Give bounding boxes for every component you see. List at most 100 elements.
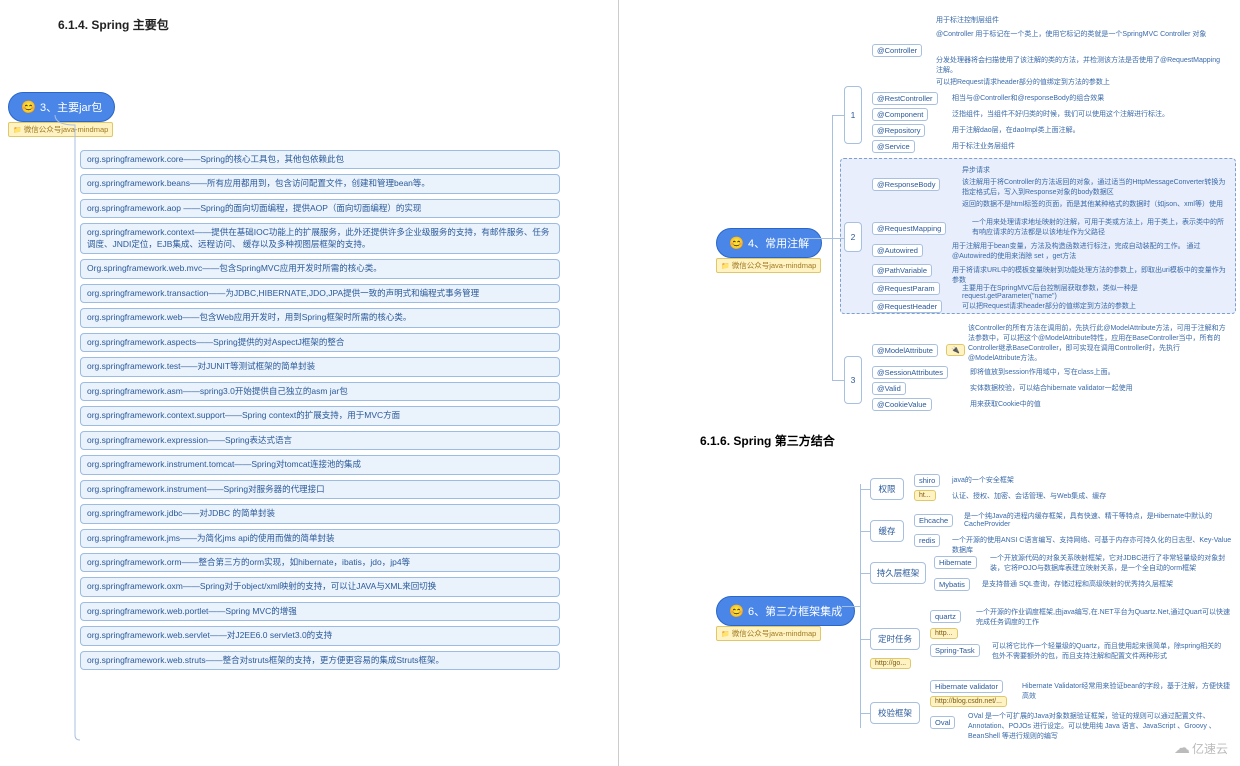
node-validfw[interactable]: 校验框架 — [870, 702, 920, 724]
root-anno[interactable]: 😊 4、常用注解 — [716, 228, 822, 258]
node-component[interactable]: @Component — [872, 108, 928, 121]
node-restcontroller[interactable]: @RestController — [872, 92, 938, 105]
node-hibernate[interactable]: Hibernate — [934, 556, 977, 569]
desc-hv: Hibernate Validator经常用来验证bean的字段，基于注解，方便… — [1018, 680, 1234, 702]
node-modelattribute[interactable]: @ModelAttribute — [872, 344, 938, 357]
desc-ehcache: 是一个纯Java的进程内缓存框架，具有快速、精干等特点，是Hibernate中默… — [960, 510, 1234, 529]
node-pathvariable[interactable]: @PathVariable — [872, 264, 932, 277]
plug-icon: 🔌 — [946, 344, 965, 356]
root-third-label: 6、第三方框架集成 — [748, 603, 842, 619]
jar-item[interactable]: org.springframework.aspects——Spring提供的对A… — [80, 333, 560, 352]
conn-r6h — [842, 606, 860, 607]
jar-item[interactable]: org.springframework.transaction——为JDBC,H… — [80, 284, 560, 303]
desc-ctrl0: 用于标注控制层组件 — [932, 14, 1003, 26]
node-oval[interactable]: Oval — [930, 716, 955, 729]
conn-r6v — [860, 484, 861, 728]
c-orm — [860, 573, 870, 574]
desc-vld: 实体数据校验，可以结合hibernate validator一起使用 — [966, 382, 1137, 394]
node-repository[interactable]: @Repository — [872, 124, 925, 137]
node-ehcache[interactable]: Ehcache — [914, 514, 953, 527]
node-springtask[interactable]: Spring-Task — [930, 644, 980, 657]
node-redis[interactable]: redis — [914, 534, 940, 547]
jar-item[interactable]: org.springframework.web.struts——整合对strut… — [80, 651, 560, 670]
node-requestparam[interactable]: @RequestParam — [872, 282, 940, 295]
node-mybatis[interactable]: Mybatis — [934, 578, 970, 591]
desc-sa: 即将值放到session作用域中，写在class上面。 — [966, 366, 1119, 378]
c-perm — [860, 489, 870, 490]
jar-item[interactable]: org.springframework.web.servlet——对J2EE6.… — [80, 626, 560, 645]
jar-item[interactable]: org.springframework.web——包含Web应用开发时，用到Sp… — [80, 308, 560, 327]
jar-item[interactable]: org.springframework.context.support——Spr… — [80, 406, 560, 425]
node-cache[interactable]: 缓存 — [870, 520, 904, 542]
jar-list: org.springframework.core——Spring的核心工具包，其… — [80, 150, 560, 670]
jar-item[interactable]: org.springframework.web.portlet——Spring … — [80, 602, 560, 621]
node-sessionattributes[interactable]: @SessionAttributes — [872, 366, 948, 379]
smile-icon: 😊 — [729, 236, 744, 250]
node-hvlink[interactable]: http://blog.csdn.net/... — [930, 696, 1007, 707]
jar-item[interactable]: org.springframework.jdbc——对JDBC 的简单封装 — [80, 504, 560, 523]
desc-quartz: 一个开源的作业调度框架,由java编写,在.NET平台为Quartz.Net,通… — [972, 606, 1234, 628]
node-shiro[interactable]: shiro — [914, 474, 940, 487]
node-autowired[interactable]: @Autowired — [872, 244, 923, 257]
smile-icon: 😊 — [21, 100, 36, 114]
jar-item[interactable]: org.springframework.jms——为简化jms api的使用而做… — [80, 529, 560, 548]
node-hv[interactable]: Hibernate validator — [930, 680, 1003, 693]
footer-tag-4: 微信公众号java-mindmap — [716, 258, 821, 273]
node-controller[interactable]: @Controller — [872, 44, 922, 57]
page-divider — [618, 0, 619, 766]
jar-item[interactable]: org.springframework.context——提供在基础IOC功能上… — [80, 223, 560, 254]
node-shiro-ht[interactable]: ht... — [914, 490, 936, 501]
desc-auto: 用于注解用于bean变量，方法及构造函数进行标注，完成自动装配的工作。 通过 @… — [948, 240, 1230, 262]
jar-item[interactable]: org.springframework.instrument——Spring对服… — [80, 480, 560, 499]
node-perm[interactable]: 权限 — [870, 478, 904, 500]
jar-item[interactable]: Org.springframework.web.mvc——包含SpringMVC… — [80, 259, 560, 278]
node-orm[interactable]: 持久层框架 — [870, 562, 926, 584]
desc-rest: 相当与@Controller和@responseBody的组合效果 — [948, 92, 1108, 104]
node-service[interactable]: @Service — [872, 140, 915, 153]
desc-rp: 主要用于在SpringMVC后台控制层获取参数，类似一种是request.get… — [958, 282, 1232, 301]
jar-item[interactable]: org.springframework.orm——整合第三方的orm实现，如hi… — [80, 553, 560, 572]
node-valid[interactable]: @Valid — [872, 382, 906, 395]
node-cookievalue[interactable]: @CookieValue — [872, 398, 932, 411]
desc-ctrl3: 可以把Request请求header部分的值绑定到方法的参数上 — [932, 76, 1114, 88]
jar-item[interactable]: org.springframework.test——对JUNIT等测试框架的简单… — [80, 357, 560, 376]
desc-ma: 该Controller的所有方法在调用前，先执行此@ModelAttribute… — [964, 322, 1232, 364]
node-quartz[interactable]: quartz — [930, 610, 961, 623]
desc-hibernate: 一个开放源代码的对象关系映射框架，它对JDBC进行了非常轻量级的对象封装，它将P… — [986, 552, 1234, 574]
jar-item[interactable]: org.springframework.aop ——Spring的面向切面编程，… — [80, 199, 560, 218]
jar-item[interactable]: org.springframework.core——Spring的核心工具包，其… — [80, 150, 560, 169]
desc-shiro: java的一个安全框架 — [948, 474, 1018, 486]
jar-item[interactable]: org.springframework.oxm——Spring对于object/… — [80, 577, 560, 596]
root-third[interactable]: 😊 6、第三方框架集成 — [716, 596, 855, 626]
group2-num: 2 — [844, 222, 862, 252]
desc-st: 可以将它比作一个轻量级的Quartz，而且使用起来很简单，除spring相关的包… — [988, 640, 1232, 662]
c-valid — [860, 713, 870, 714]
jar-item[interactable]: org.springframework.expression——Spring表达… — [80, 431, 560, 450]
jar-item[interactable]: org.springframework.instrument.tomcat——S… — [80, 455, 560, 474]
conn-g2 — [832, 238, 844, 239]
root-jar-label: 3、主要jar包 — [40, 99, 102, 115]
node-responsebody[interactable]: @ResponseBody — [872, 178, 940, 191]
c-task — [860, 639, 870, 640]
conn-g1 — [832, 115, 844, 116]
desc-rb2: 返回的数据不是html标签的页面，而是其他某种格式的数据时（如json、xml等… — [958, 198, 1227, 210]
node-httpgo[interactable]: http://go... — [870, 658, 911, 669]
desc-rh: 可以把Request请求header部分的值绑定到方法的参数上 — [958, 300, 1140, 312]
node-http[interactable]: http... — [930, 628, 958, 639]
footer-tag-6: 微信公众号java-mindmap — [716, 626, 821, 641]
desc-comp: 泛指组件，当组件不好归类的时候，我们可以使用这个注解进行标注。 — [948, 108, 1173, 120]
desc-cv: 用来获取Cookie中的值 — [966, 398, 1045, 410]
root-anno-label: 4、常用注解 — [748, 235, 809, 251]
desc-repo: 用于注解dao层，在daoImpl类上面注解。 — [948, 124, 1084, 136]
watermark-text: 亿速云 — [1192, 740, 1228, 757]
section-616-title: 6.1.6. Spring 第三方结合 — [700, 432, 835, 449]
group1-num: 1 — [844, 86, 862, 144]
jar-item[interactable]: org.springframework.asm——spring3.0开始提供自己… — [80, 382, 560, 401]
node-requestmapping[interactable]: @RequestMapping — [872, 222, 946, 235]
node-task[interactable]: 定时任务 — [870, 628, 920, 650]
section-614-title: 6.1.4. Spring 主要包 — [58, 16, 169, 33]
jar-item[interactable]: org.springframework.beans——所有应用都用到，包含访问配… — [80, 174, 560, 193]
node-requestheader[interactable]: @RequestHeader — [872, 300, 942, 313]
conn-g3 — [832, 380, 844, 381]
c-cache — [860, 531, 870, 532]
